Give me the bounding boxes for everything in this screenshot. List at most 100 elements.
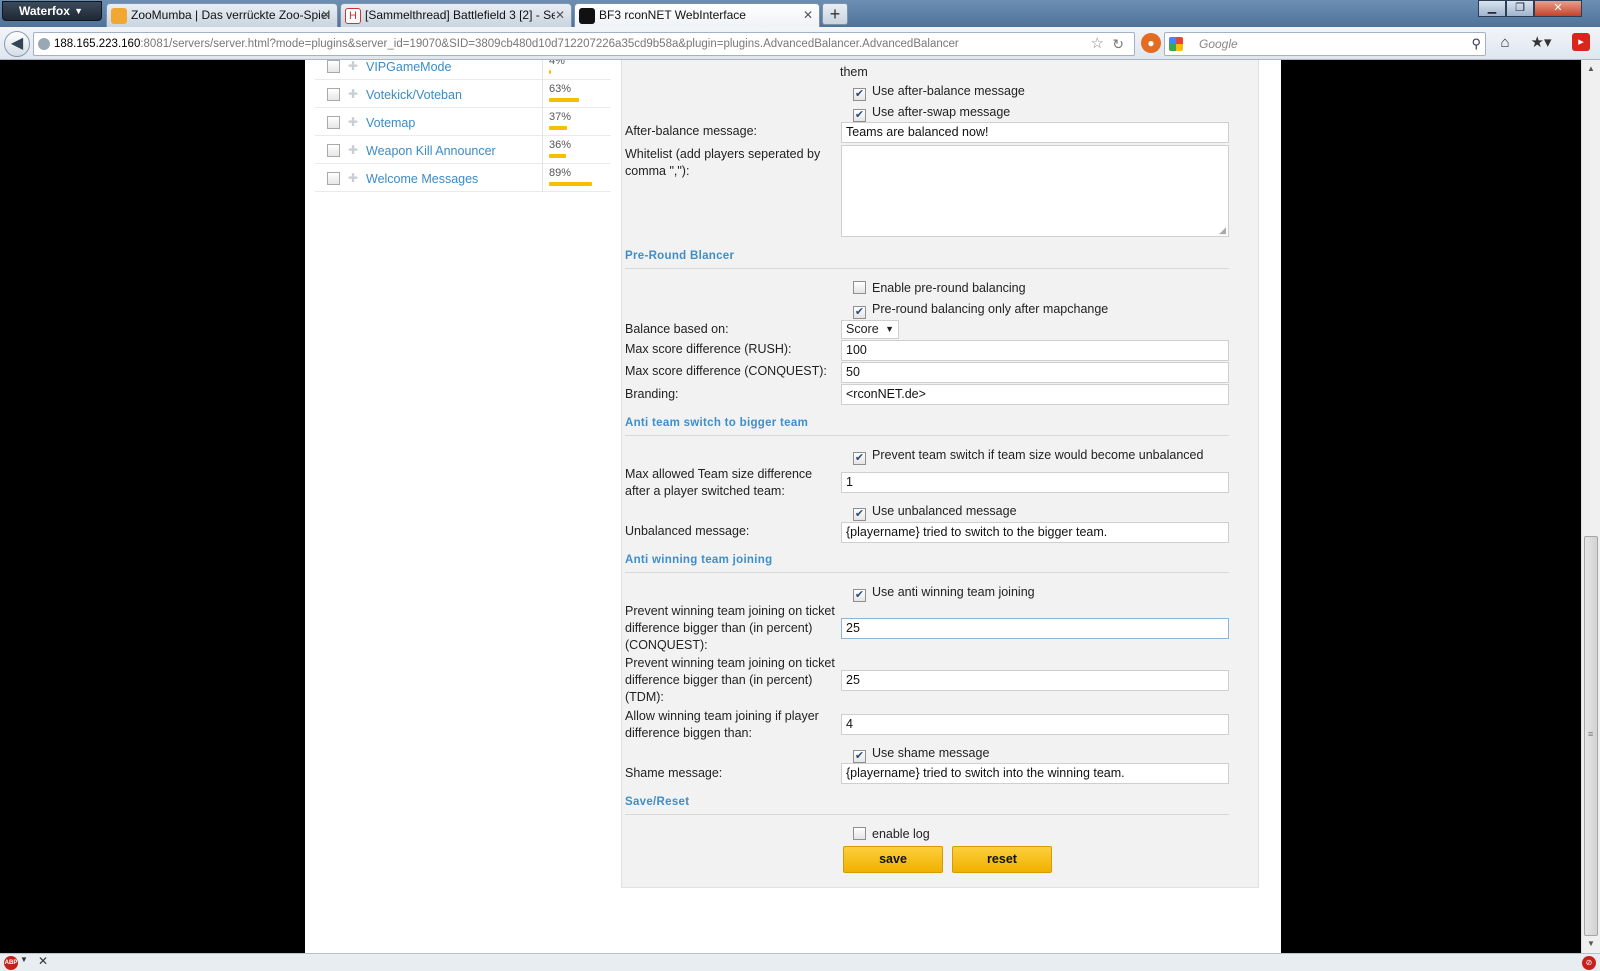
- tab-rconnet[interactable]: BF3 rconNET WebInterface ✕: [574, 3, 820, 28]
- plugin-checkbox[interactable]: [327, 60, 340, 73]
- close-tab-icon[interactable]: ✕: [555, 4, 565, 26]
- conquest-ticket-diff-field[interactable]: 25: [841, 618, 1229, 639]
- minimize-button[interactable]: ▁: [1478, 0, 1506, 17]
- max-rush-field[interactable]: 100: [841, 340, 1229, 361]
- use-unbalanced-checkbox[interactable]: ✔ Use unbalanced message: [853, 504, 1017, 521]
- close-tab-icon[interactable]: ✕: [803, 4, 813, 26]
- scrollbar-thumb[interactable]: ≡: [1584, 536, 1598, 936]
- enable-log-checkbox[interactable]: enable log: [853, 827, 930, 841]
- anti-winning-checkbox[interactable]: ✔ Use anti winning team joining: [853, 585, 1035, 602]
- close-tab-icon[interactable]: ✕: [321, 4, 331, 26]
- checkbox[interactable]: ✔: [853, 589, 866, 602]
- field-label: Shame message:: [625, 766, 723, 780]
- checkbox[interactable]: ✔: [853, 109, 866, 122]
- addon-icon[interactable]: ●: [1141, 33, 1161, 53]
- plugin-link[interactable]: Votekick/Voteban: [366, 88, 462, 102]
- field-label: Whitelist (add players seperated by comm…: [625, 147, 821, 178]
- checkbox[interactable]: ✔: [853, 306, 866, 319]
- checkbox[interactable]: [853, 827, 866, 840]
- section-heading-pre-round: Pre-Round Blancer: [625, 250, 1229, 269]
- use-shame-checkbox[interactable]: ✔ Use shame message: [853, 746, 989, 763]
- player-diff-field[interactable]: 4: [841, 714, 1229, 735]
- page-content: ✚ VIPGameMode 4% ✚ Votekick/Voteban 63% …: [305, 60, 1281, 953]
- puzzle-icon: ✚: [348, 60, 359, 73]
- section-heading-anti-winning: Anti winning team joining: [625, 554, 1229, 573]
- plugin-link[interactable]: Weapon Kill Announcer: [366, 144, 496, 158]
- progress-bar: [549, 70, 551, 74]
- plugin-link[interactable]: Votemap: [366, 116, 415, 130]
- window-close-button[interactable]: ✕: [1534, 0, 1582, 17]
- home-icon[interactable]: ⌂: [1494, 33, 1516, 53]
- plugin-link[interactable]: VIPGameMode: [366, 60, 451, 74]
- chevron-down-icon: ▼: [74, 6, 83, 16]
- field-label: Balance based on:: [625, 322, 729, 336]
- field-label: Branding:: [625, 387, 679, 401]
- prevent-switch-checkbox[interactable]: ✔ Prevent team switch if team size would …: [853, 448, 1203, 465]
- balance-based-on-select[interactable]: Score ▼: [841, 320, 899, 339]
- app-name: Waterfox: [19, 4, 70, 18]
- checkbox[interactable]: ✔: [853, 508, 866, 521]
- checkbox[interactable]: ✔: [853, 88, 866, 101]
- field-label: After-balance message:: [625, 124, 758, 138]
- tab-zoomumba[interactable]: ZooMumba | Das verrückte Zoo-Spiel ✕: [106, 3, 338, 27]
- scroll-up-icon[interactable]: ▲: [1582, 62, 1600, 76]
- chevron-down-icon[interactable]: ▼: [20, 955, 28, 964]
- branding-field[interactable]: <rconNET.de>: [841, 384, 1229, 405]
- plugin-checkbox[interactable]: [327, 88, 340, 101]
- google-icon[interactable]: [1169, 37, 1183, 51]
- select-value: Score: [846, 322, 879, 336]
- close-icon[interactable]: ✕: [38, 954, 48, 968]
- after-balance-checkbox[interactable]: ✔ Use after-balance message: [853, 84, 1025, 101]
- plugin-percent: 36%: [549, 139, 572, 151]
- pre-round-mapchange-checkbox[interactable]: ✔ Pre-round balancing only after mapchang…: [853, 302, 1108, 319]
- tab-sammelthread[interactable]: H [Sammelthread] Battlefield 3 [2] - Sei…: [340, 3, 572, 27]
- whitelist-textarea[interactable]: ◢: [841, 145, 1229, 237]
- field-label: Unbalanced message:: [625, 524, 750, 538]
- navigation-toolbar: ◀ 188.165.223.160:8081/servers/server.ht…: [0, 27, 1600, 60]
- divider: [542, 136, 543, 164]
- progress-bar: [549, 182, 592, 186]
- bookmark-star-icon[interactable]: ☆: [1091, 33, 1104, 55]
- progress-bar: [549, 126, 567, 130]
- unbalanced-message-field[interactable]: {playername} tried to switch to the bigg…: [841, 522, 1229, 543]
- divider: [542, 108, 543, 136]
- adblock-icon[interactable]: ABP: [4, 956, 18, 970]
- vertical-scrollbar[interactable]: ▲ ≡ ▼: [1581, 60, 1600, 953]
- bookmarks-menu-icon[interactable]: ★▾: [1526, 33, 1556, 53]
- tdm-ticket-diff-field[interactable]: 25: [841, 670, 1229, 691]
- plugin-link[interactable]: Welcome Messages: [366, 172, 478, 186]
- search-input[interactable]: Google ⚲: [1164, 32, 1486, 56]
- checkbox[interactable]: ✔: [853, 452, 866, 465]
- url-bar[interactable]: 188.165.223.160:8081/servers/server.html…: [33, 32, 1135, 56]
- shame-message-field[interactable]: {playername} tried to switch into the wi…: [841, 763, 1229, 784]
- app-menu-button[interactable]: Waterfox ▼: [2, 1, 102, 21]
- addon-menu-icon[interactable]: ▸: [1572, 33, 1590, 51]
- checkbox[interactable]: ✔: [853, 750, 866, 763]
- plugin-checkbox[interactable]: [327, 144, 340, 157]
- max-team-size-diff-field[interactable]: 1: [841, 472, 1229, 493]
- max-conquest-field[interactable]: 50: [841, 362, 1229, 383]
- resize-grip-icon[interactable]: ◢: [1219, 225, 1226, 236]
- checkbox-label: Use after-swap message: [872, 105, 1011, 119]
- section-heading-anti-switch: Anti team switch to bigger team: [625, 417, 1229, 436]
- addon-status-icon[interactable]: ⊘: [1582, 956, 1596, 970]
- divider: [542, 164, 543, 192]
- new-tab-button[interactable]: +: [822, 3, 848, 25]
- search-icon[interactable]: ⚲: [1471, 33, 1481, 55]
- save-button[interactable]: save: [843, 846, 943, 873]
- reset-button[interactable]: reset: [952, 846, 1052, 873]
- plugin-percent: 63%: [549, 83, 572, 95]
- list-item: ✚ Votemap 37%: [315, 108, 611, 136]
- checkbox[interactable]: [853, 281, 866, 294]
- plugin-checkbox[interactable]: [327, 116, 340, 129]
- maximize-button[interactable]: ❐: [1506, 0, 1534, 17]
- reload-icon[interactable]: ↻: [1112, 33, 1124, 55]
- after-balance-message-field[interactable]: Teams are balanced now!: [841, 122, 1229, 143]
- enable-pre-round-checkbox[interactable]: Enable pre-round balancing: [853, 281, 1026, 295]
- tab-title: BF3 rconNET WebInterface: [599, 8, 746, 22]
- progress-bar: [549, 98, 579, 102]
- after-swap-checkbox[interactable]: ✔ Use after-swap message: [853, 105, 1010, 122]
- plugin-checkbox[interactable]: [327, 172, 340, 185]
- back-arrow-icon[interactable]: ◀: [4, 31, 30, 57]
- scroll-down-icon[interactable]: ▼: [1582, 937, 1600, 951]
